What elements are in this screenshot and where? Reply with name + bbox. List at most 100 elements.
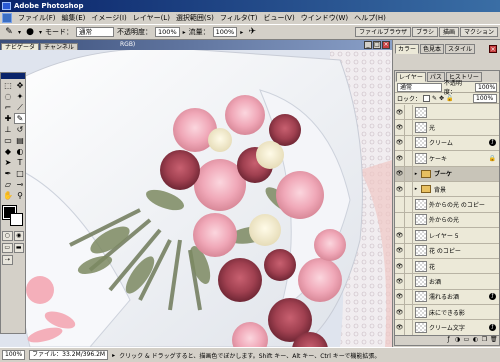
link-brush-column[interactable] [405, 105, 413, 120]
crop-tool-icon[interactable]: ⌐ [2, 102, 14, 113]
menu-select[interactable]: 選択範囲(S) [173, 12, 217, 24]
marquee-tool-icon[interactable]: ⬚ [2, 80, 14, 91]
layer-row[interactable]: 👁 ケーキ 🔒 [395, 151, 499, 167]
link-brush-column[interactable] [405, 243, 413, 258]
layer-row[interactable]: 👁 レイヤー 5 [395, 228, 499, 244]
eraser-tool-icon[interactable]: ▭ [2, 135, 14, 146]
brush-lock-icon[interactable]: ✎ [432, 95, 437, 102]
layer-opacity-field[interactable]: 100% [475, 82, 497, 92]
tab-paths[interactable]: パス [426, 72, 445, 82]
eye-icon[interactable]: 👁 [395, 289, 405, 305]
tab-color[interactable]: カラー [395, 44, 420, 54]
photoshop-logo-icon[interactable] [2, 13, 12, 23]
brush-tip-icon[interactable]: ● [24, 26, 36, 38]
brush-tool-icon[interactable]: ✎ [14, 113, 26, 124]
eye-icon[interactable]: 👁 [395, 274, 405, 289]
link-brush-column[interactable] [405, 151, 413, 166]
layer-row[interactable]: 👁 ▸ 背景 [395, 181, 499, 198]
layer-effects-icon[interactable]: ƒ [489, 293, 496, 301]
layer-row[interactable]: 👁 濡れるお酒 ƒ [395, 289, 499, 306]
layer-row[interactable]: 👁 [395, 105, 499, 121]
eye-icon[interactable]: 👁 [395, 151, 405, 166]
jump-to-imageready-icon[interactable]: ⇢ [2, 255, 13, 265]
link-brush-column[interactable] [405, 320, 413, 335]
path-selection-tool-icon[interactable]: ➤ [2, 157, 14, 168]
close-icon[interactable]: × [382, 41, 390, 49]
airbrush-icon[interactable]: ✈ [246, 26, 258, 38]
layer-row[interactable]: 外からの光 のコピー [395, 197, 499, 213]
dodge-tool-icon[interactable]: ◐ [14, 146, 26, 157]
layer-effects-icon[interactable]: ƒ [489, 139, 496, 147]
palette-well-tab[interactable]: ブラシ [412, 27, 438, 37]
link-brush-column[interactable] [405, 135, 413, 151]
menu-edit[interactable]: 編集(E) [59, 12, 89, 24]
opacity-field[interactable]: 100% [155, 27, 180, 37]
eye-icon[interactable]: 👁 [395, 120, 405, 135]
tab-layers[interactable]: レイヤー [396, 72, 426, 82]
eye-icon[interactable] [395, 212, 405, 228]
link-brush-column[interactable] [405, 120, 413, 135]
palette-well-tab[interactable]: マクション [459, 27, 498, 37]
new-layer-icon[interactable]: ❐ [481, 337, 488, 344]
background-color-swatch[interactable] [10, 213, 23, 226]
link-brush-column[interactable] [405, 166, 413, 181]
zoom-tool-icon[interactable]: ⚲ [14, 190, 26, 201]
brush-tool-preset-icon[interactable]: ✎ [3, 26, 15, 38]
flow-slider-arrow-icon[interactable]: ▸ [240, 29, 243, 36]
hand-tool-icon[interactable]: ✋ [2, 190, 14, 201]
menu-file[interactable]: ファイル(F) [15, 12, 59, 24]
file-info-field[interactable]: ファイル：33.2M/396.2M [29, 350, 109, 360]
clone-stamp-tool-icon[interactable]: ⊥ [2, 124, 14, 135]
chevron-down-icon[interactable]: ▾ [18, 29, 21, 36]
layer-mask-icon[interactable]: ◑ [454, 337, 461, 344]
tab-styles[interactable]: スタイル [445, 44, 476, 54]
layer-row[interactable]: 👁 クリーム ƒ [395, 135, 499, 152]
eyedropper-tool-icon[interactable]: ⊸ [14, 179, 26, 190]
eye-icon[interactable]: 👁 [395, 105, 405, 120]
minimize-icon[interactable]: _ [364, 41, 372, 49]
menu-window[interactable]: ウインドウ(W) [298, 12, 351, 24]
layer-row[interactable]: 外からの光 [395, 212, 499, 229]
layer-row[interactable]: 👁 光 [395, 120, 499, 136]
lasso-tool-icon[interactable]: ◌ [2, 91, 14, 102]
standard-mode-icon[interactable]: ○ [2, 231, 13, 241]
layer-style-icon[interactable]: ƒ [445, 337, 452, 344]
link-brush-column[interactable] [405, 228, 413, 243]
document-canvas[interactable] [0, 50, 392, 347]
layer-effects-icon[interactable]: ƒ [489, 324, 496, 332]
type-tool-icon[interactable]: T [14, 157, 26, 168]
quick-mask-mode-icon[interactable]: ◉ [13, 231, 24, 241]
maximize-icon[interactable]: □ [373, 41, 381, 49]
history-brush-tool-icon[interactable]: ↺ [14, 124, 26, 135]
link-brush-column[interactable] [405, 212, 413, 228]
zoom-field[interactable]: 100% [2, 350, 26, 360]
link-brush-column[interactable] [405, 197, 413, 212]
flow-field[interactable]: 100% [212, 27, 238, 37]
blend-mode-select[interactable]: 通常 [397, 82, 442, 92]
trash-icon[interactable]: 🗑 [490, 337, 498, 344]
menu-help[interactable]: ヘルプ(H) [351, 12, 389, 24]
close-icon[interactable]: × [489, 45, 497, 53]
layer-row[interactable]: 👁 花 のコピー [395, 243, 499, 259]
pen-tool-icon[interactable]: ✒ [2, 168, 14, 179]
gradient-tool-icon[interactable]: ▤ [14, 135, 26, 146]
palette-well-tab[interactable]: 描画 [438, 27, 459, 37]
palette-well-tab[interactable]: ファイルブラウザ [355, 27, 412, 37]
layer-row[interactable]: 👁 床にできる影 [395, 305, 499, 321]
layer-row[interactable]: 👁 お酒 [395, 274, 499, 290]
eye-icon[interactable]: 👁 [395, 135, 405, 151]
eye-icon[interactable]: 👁 [395, 181, 405, 197]
eye-icon[interactable]: 👁 [395, 258, 405, 274]
screen-mode-standard-icon[interactable]: ▭ [2, 243, 13, 253]
shape-tool-icon[interactable]: □ [14, 168, 26, 179]
magic-wand-tool-icon[interactable]: ✦ [14, 91, 26, 102]
new-set-icon[interactable]: ▭ [463, 337, 470, 344]
fill-field[interactable]: 100% [473, 93, 497, 103]
expand-triangle-icon[interactable]: ▸ [413, 171, 419, 177]
menu-layer[interactable]: レイヤー(L) [130, 12, 173, 24]
link-brush-column[interactable] [405, 258, 413, 274]
expand-triangle-icon[interactable]: ▸ [413, 186, 419, 192]
new-adjustment-layer-icon[interactable]: ◐ [472, 337, 479, 344]
opacity-slider-arrow-icon[interactable]: ▸ [183, 29, 186, 36]
eye-icon[interactable]: 👁 [395, 320, 405, 335]
